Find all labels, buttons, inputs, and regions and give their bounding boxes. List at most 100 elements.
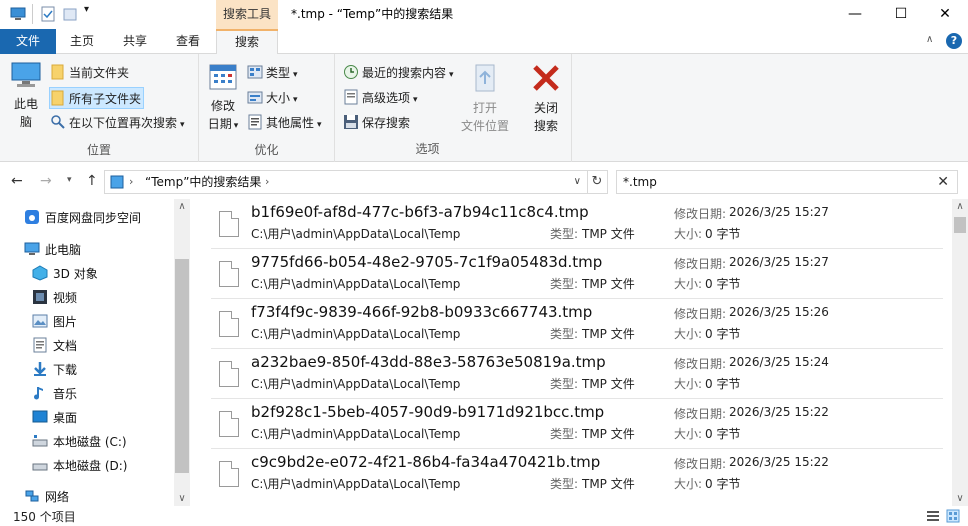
open-location-label-1: 打开 [472,101,497,115]
file-name[interactable]: 9775fd66-b054-48e2-9705-7c1f9a05483d.tmp [251,253,602,271]
nav-label: 此电脑 [45,243,82,257]
ribbon: 此电 脑 当前文件夹 所有子文件夹 在以下位置再次搜索 ▾ 位置 修改 日期 ▾ 类… [0,54,968,162]
other-properties-button[interactable]: 其他属性 ▾ [247,112,322,134]
results-scrollbar[interactable]: ∧ ∨ [952,199,968,506]
up-icon[interactable]: ↑ [86,173,98,189]
tab-home[interactable]: 主页 [60,29,104,54]
size-label: 大小: [674,377,703,391]
file-path: C:\用户\admin\AppData\Local\Temp [251,277,461,291]
date-modified-button[interactable]: 修改 日期 ▾ [203,62,243,135]
computer-icon[interactable] [10,6,26,22]
address-bar[interactable]: › “Temp”中的搜索结果 › ∨ [104,170,588,194]
clock-icon [344,65,358,79]
results-scroll-thumb[interactable] [954,217,966,233]
new-folder-icon[interactable] [63,6,77,22]
quick-access-dropdown-icon[interactable]: ▾ [84,4,89,20]
file-name[interactable]: b2f928c1-5beb-4057-90d9-b9171d921bcc.tmp [251,403,604,421]
scroll-down-icon[interactable]: ∨ [174,493,190,504]
details-view-icon[interactable] [926,509,940,523]
nav-item-videos[interactable]: 视频 [32,286,77,310]
advanced-options-button[interactable]: 高级选项 ▾ [343,87,418,109]
tab-view[interactable]: 查看 [166,29,210,54]
properties-icon[interactable] [41,6,55,22]
list-item[interactable]: c9c9bd2e-e072-4f21-86b4-fa34a470421b.tmp… [211,449,943,499]
large-icons-view-icon[interactable] [946,509,960,523]
drive-icon [32,463,48,471]
collapse-ribbon-icon[interactable]: ∧ [926,34,933,45]
tab-share[interactable]: 共享 [113,29,157,54]
breadcrumb-chevron-icon[interactable]: › [265,171,269,193]
nav-scrollbar[interactable]: ∧ ∨ [174,199,190,506]
chevron-down-icon: ▾ [233,121,239,131]
list-item[interactable]: 9775fd66-b054-48e2-9705-7c1f9a05483d.tmp… [211,249,943,299]
nav-item-disk-c[interactable]: 本地磁盘 (C:) [32,430,127,454]
list-item[interactable]: b1f69e0f-af8d-477c-b6f3-a7b94c11c8c4.tmp… [211,199,943,249]
maximize-icon[interactable]: ☐ [878,0,924,29]
this-pc-button[interactable]: 此电 脑 [6,60,46,131]
search-input[interactable]: *.tmp ✕ [616,170,958,194]
modified-label: 修改日期: [674,457,727,471]
nav-item-downloads[interactable]: 下载 [32,358,77,382]
close-icon[interactable]: ✕ [922,0,968,29]
help-icon[interactable]: ? [946,33,962,49]
address-path[interactable]: “Temp”中的搜索结果 [145,171,261,193]
back-icon[interactable]: ← [11,173,23,189]
file-name[interactable]: b1f69e0f-af8d-477c-b6f3-a7b94c11c8c4.tmp [251,203,589,221]
file-type: TMP 文件 [582,377,635,391]
network-icon [25,490,39,502]
tab-file[interactable]: 文件 [0,29,56,54]
search-again-button[interactable]: 在以下位置再次搜索 ▾ [50,112,185,134]
nav-item-disk-d[interactable]: 本地磁盘 (D:) [32,454,127,478]
scroll-up-icon[interactable]: ∧ [952,201,968,212]
chevron-down-icon: ▾ [449,70,454,80]
recent-searches-label: 最近的搜索内容 [362,66,447,80]
file-modified: 2026/3/25 15:24 [729,355,829,369]
scroll-up-icon[interactable]: ∧ [174,201,190,212]
refresh-icon[interactable]: ↻ [587,170,608,194]
list-item[interactable]: b2f928c1-5beb-4057-90d9-b9171d921bcc.tmp… [211,399,943,449]
properties-icon [248,114,262,130]
nav-scroll-thumb[interactable] [175,259,189,473]
close-search-icon [533,65,559,91]
download-icon [34,362,46,376]
address-row: ← → ▾ ↑ › “Temp”中的搜索结果 › ∨ ↻ *.tmp ✕ [0,163,968,199]
nav-item-desktop[interactable]: 桌面 [32,406,77,430]
nav-label: 视频 [53,291,78,305]
nav-item-pictures[interactable]: 图片 [32,310,77,334]
nav-item-documents[interactable]: 文档 [32,334,77,358]
group-location: 此电 脑 当前文件夹 所有子文件夹 在以下位置再次搜索 ▾ 位置 [0,54,199,162]
file-name[interactable]: c9c9bd2e-e072-4f21-86b4-fa34a470421b.tmp [251,453,600,471]
nav-item-3d-objects[interactable]: 3D 对象 [32,262,98,286]
recent-locations-icon[interactable]: ▾ [67,175,72,185]
nav-item-this-pc[interactable]: 此电脑 [24,238,81,262]
scroll-down-icon[interactable]: ∨ [952,493,968,504]
forward-icon[interactable]: → [40,173,52,189]
file-path: C:\用户\admin\AppData\Local\Temp [251,227,461,241]
nav-item-baidu[interactable]: 百度网盘同步空间 [24,206,141,230]
divider [32,4,33,24]
type-label: 类型: [550,227,579,241]
file-name[interactable]: a232bae9-850f-43dd-88e3-58763e50819a.tmp [251,353,606,371]
close-search-button[interactable]: 关闭 搜索 [524,62,568,135]
kind-button[interactable]: 类型 ▾ [247,62,298,84]
clear-search-icon[interactable]: ✕ [937,171,949,193]
search-query[interactable]: *.tmp [623,171,657,193]
modified-label: 修改日期: [674,357,727,371]
nav-item-music[interactable]: 音乐 [32,382,77,406]
recent-searches-button[interactable]: 最近的搜索内容 ▾ [343,62,454,84]
file-size: 0 字节 [705,227,741,241]
modified-label: 修改日期: [674,257,727,271]
file-path: C:\用户\admin\AppData\Local\Temp [251,327,461,341]
file-name[interactable]: f73f4f9c-9839-466f-92b8-b0933c667743.tmp [251,303,592,321]
minimize-icon[interactable]: — [832,0,878,29]
all-subfolders-button[interactable]: 所有子文件夹 [49,87,145,109]
tab-search[interactable]: 搜索 [216,29,278,55]
save-search-button[interactable]: 保存搜索 [343,112,410,134]
list-item[interactable]: f73f4f9c-9839-466f-92b8-b0933c667743.tmp… [211,299,943,349]
open-file-location-button[interactable]: 打开 文件位置 [455,62,515,135]
size-button[interactable]: 大小 ▾ [247,87,298,109]
list-item[interactable]: a232bae9-850f-43dd-88e3-58763e50819a.tmp… [211,349,943,399]
address-dropdown-icon[interactable]: ∨ [574,171,581,193]
current-folder-button[interactable]: 当前文件夹 [50,62,129,84]
file-path: C:\用户\admin\AppData\Local\Temp [251,477,461,491]
